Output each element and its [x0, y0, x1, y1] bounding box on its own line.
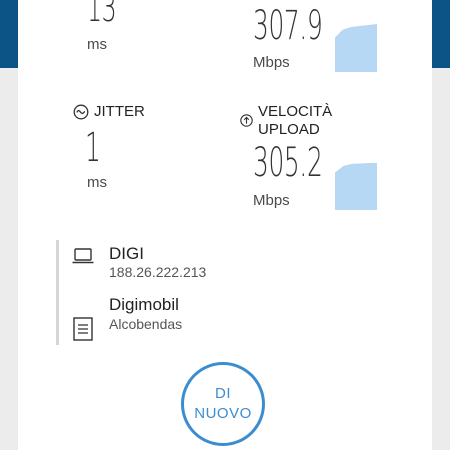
upload-label-line2: UPLOAD: [258, 121, 320, 138]
connection-info-divider: [56, 240, 59, 345]
laptop-icon: [71, 246, 95, 266]
jitter-unit: ms: [87, 174, 107, 191]
download-unit: Mbps: [253, 54, 290, 71]
test-again-label-line2: NUOVO: [194, 405, 252, 422]
upload-sparkline: [335, 162, 377, 210]
jitter-value: 1: [85, 125, 101, 171]
server-location: Alcobendas: [109, 316, 183, 332]
upload-unit: Mbps: [253, 192, 290, 209]
provider-name: DIGI: [109, 244, 144, 263]
jitter-wave-icon: [73, 104, 89, 120]
upload-label-line1: VELOCITÀ: [258, 103, 333, 120]
server-document-icon: [72, 316, 94, 342]
ping-unit: ms: [87, 36, 107, 53]
page-gutter-right: [432, 68, 450, 450]
upload-value: 305.2: [253, 140, 323, 186]
ping-value: 13: [87, 0, 117, 30]
download-value: 307.9: [253, 3, 323, 49]
page-gutter-left: [0, 68, 18, 450]
provider-ip: 188.26.222.213: [109, 264, 207, 280]
server-name: Digimobil: [109, 295, 179, 314]
jitter-label: JITTER: [94, 103, 145, 120]
test-again-label-line1: DI: [215, 385, 231, 402]
test-again-button[interactable]: DI NUOVO: [181, 362, 265, 446]
download-sparkline: [335, 24, 377, 72]
upload-arrow-icon: [240, 112, 253, 127]
